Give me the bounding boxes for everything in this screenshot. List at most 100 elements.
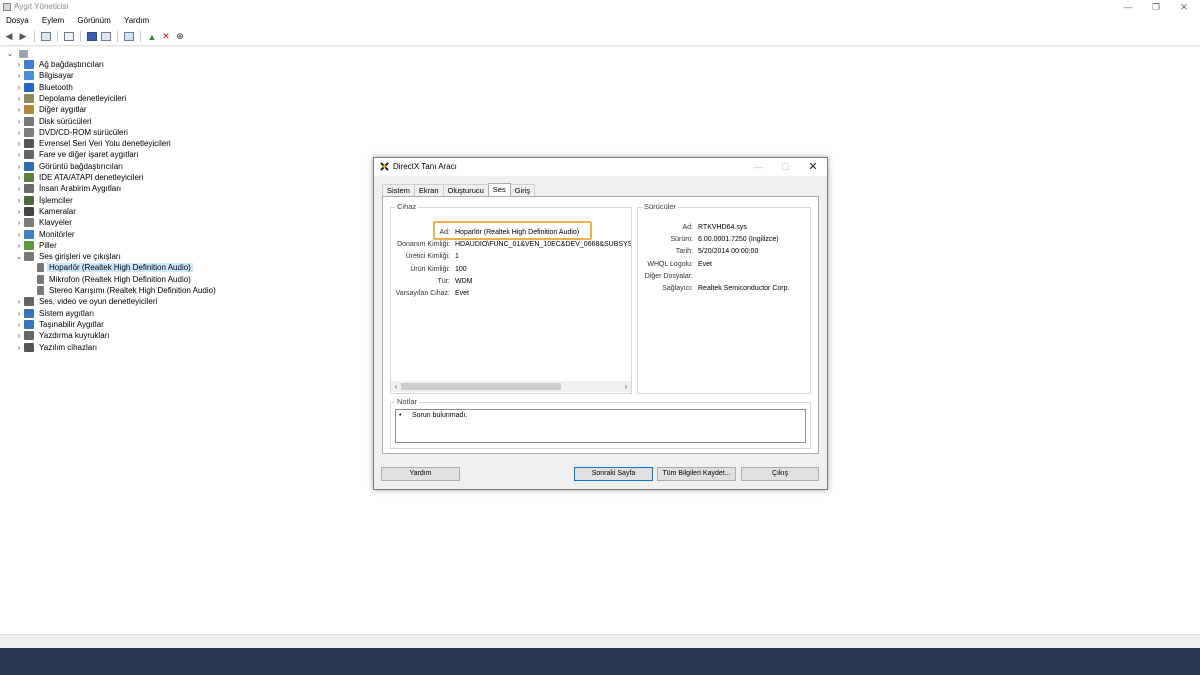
tree-item-dvd-cd-rom-suruculeri[interactable]: › DVD/CD-ROM sürücüleri <box>14 127 130 138</box>
tab-sound[interactable]: Ses <box>487 183 511 196</box>
chevron-right-icon[interactable]: › <box>14 173 24 182</box>
chevron-right-icon[interactable]: › <box>14 128 24 137</box>
tree-item-kameralar[interactable]: › Kameralar <box>14 206 78 217</box>
save-all-info-button[interactable]: Tüm Bilgileri Kaydet... <box>657 467 736 481</box>
exit-button[interactable]: Çıkış <box>741 467 819 481</box>
next-page-button[interactable]: Sonraki Sayfa <box>574 467 653 481</box>
tree-item-hoparlor-realtek-high-definition-audio[interactable]: Hoparlör (Realtek High Definition Audio) <box>37 262 193 273</box>
chevron-right-icon[interactable]: › <box>14 184 24 193</box>
dialog-minimize-button[interactable]: — <box>744 158 772 176</box>
scroll-right-icon[interactable]: › <box>621 381 631 392</box>
tree-item-ide-ata-atapi-denetleyicileri[interactable]: › IDE ATA/ATAPI denetleyicileri <box>14 172 145 183</box>
tree-item-goruntu-bagdastiricilari[interactable]: › Görüntü bağdaştırıcıları <box>14 161 125 172</box>
chevron-right-icon[interactable]: › <box>14 105 24 114</box>
chevron-right-icon[interactable]: › <box>14 241 24 250</box>
tree-item-depolama-denetleyicileri[interactable]: › Depolama denetleyicileri <box>14 93 128 104</box>
taskbar <box>0 648 1200 675</box>
notes-area[interactable]: • Sorun bulunmadı. <box>395 409 806 443</box>
properties-icon[interactable] <box>63 31 75 43</box>
tree-root[interactable]: ⌄ <box>5 48 31 59</box>
tree-item-stereo-karisimi-realtek-high-definition-audio[interactable]: Stereo Karışımı (Realtek High Definition… <box>37 285 218 296</box>
chevron-right-icon[interactable]: › <box>14 309 24 318</box>
tree-item-fare-ve-diger-isaret-aygitlari[interactable]: › Fare ve diğer işaret aygıtları <box>14 149 141 160</box>
tree-item-ag-bagdastiricilari[interactable]: › Ağ bağdaştırıcıları <box>14 59 106 70</box>
tree-item-bilgisayar[interactable]: › Bilgisayar <box>14 70 76 81</box>
chevron-right-icon[interactable]: › <box>14 162 24 171</box>
scroll-thumb[interactable] <box>401 383 561 390</box>
tree-item-mikrofon-realtek-high-definition-audio[interactable]: Mikrofon (Realtek High Definition Audio) <box>37 274 193 285</box>
help-button[interactable]: Yardım <box>381 467 460 481</box>
chevron-right-icon[interactable]: › <box>14 83 24 92</box>
tree-item-evrensel-seri-veri-yolu-denetleyicileri[interactable]: › Evrensel Seri Veri Yolu denetleyicileri <box>14 138 173 149</box>
menu-bar: Dosya Eylem Görünüm Yardım <box>0 15 1200 27</box>
network-adapter-icon <box>24 60 34 69</box>
uninstall-device-icon[interactable]: ✕ <box>160 31 172 43</box>
tree-item-yazdirma-kuyruklari[interactable]: › Yazdırma kuyrukları <box>14 330 112 341</box>
highlight-box <box>433 221 592 240</box>
tree-item-monitorler[interactable]: › Monitörler <box>14 229 77 240</box>
dialog-close-button[interactable]: ✕ <box>799 158 827 176</box>
chevron-right-icon[interactable]: › <box>14 196 24 205</box>
menu-view[interactable]: Görünüm <box>71 15 115 27</box>
tree-item-label: Piller <box>39 240 57 250</box>
chevron-down-icon[interactable]: ⌄ <box>5 49 15 58</box>
minimize-button[interactable]: — <box>1114 0 1142 14</box>
device-horizontal-scrollbar[interactable]: ‹ › <box>391 381 631 392</box>
scan-hardware-icon[interactable] <box>123 31 135 43</box>
tree-item-ses-girisleri-ve-cikislari[interactable]: ⌄ Ses girişleri ve çıkışları <box>14 251 123 262</box>
tree-item-label: Hoparlör (Realtek High Definition Audio) <box>47 263 193 273</box>
scroll-left-icon[interactable]: ‹ <box>391 381 401 392</box>
help-icon[interactable] <box>86 31 98 43</box>
chevron-right-icon[interactable]: › <box>14 150 24 159</box>
chevron-right-icon[interactable]: › <box>14 230 24 239</box>
chevron-right-icon[interactable]: › <box>14 139 24 148</box>
forward-icon[interactable]: ▶ <box>17 31 29 43</box>
chevron-right-icon[interactable]: › <box>14 94 24 103</box>
chevron-right-icon[interactable]: › <box>14 117 24 126</box>
tab-input[interactable]: Giriş <box>509 184 536 196</box>
tab-system[interactable]: Sistem <box>382 184 415 196</box>
tree-item-insan-arabirim-aygitlari[interactable]: › İnsan Arabirim Aygıtları <box>14 183 123 194</box>
chevron-right-icon[interactable]: › <box>14 320 24 329</box>
close-button[interactable]: ✕ <box>1170 0 1198 14</box>
chevron-right-icon[interactable]: › <box>14 71 24 80</box>
tree-item-tasinabilir-aygitlar[interactable]: › Taşınabilir Aygıtlar <box>14 319 106 330</box>
tree-item-bluetooth[interactable]: › Bluetooth <box>14 82 75 93</box>
tab-display[interactable]: Ekran <box>413 184 444 196</box>
menu-action[interactable]: Eylem <box>36 15 69 27</box>
tree-item-label: Evrensel Seri Veri Yolu denetleyicileri <box>39 139 171 149</box>
tree-item-label: Bilgisayar <box>39 71 74 81</box>
tree-item-label: Mikrofon (Realtek High Definition Audio) <box>49 274 191 284</box>
field-row: Tarih: 5/20/2014 00:00:00 <box>620 247 758 257</box>
directx-icon <box>380 162 389 171</box>
restore-button[interactable]: ❐ <box>1142 0 1170 14</box>
tree-item-yazilim-cihazlari[interactable]: › Yazılım cihazları <box>14 342 99 353</box>
tree-item-klavyeler[interactable]: › Klavyeler <box>14 217 74 228</box>
software-device-icon <box>24 342 34 352</box>
tree-item-ses-video-ve-oyun-denetleyicileri[interactable]: › Ses, video ve oyun denetleyicileri <box>14 296 159 307</box>
chevron-right-icon[interactable]: › <box>14 343 24 352</box>
field-row: Tür: WDM <box>375 277 473 287</box>
chevron-right-icon[interactable]: › <box>14 297 24 306</box>
tree-item-diger-aygitlar[interactable]: › Diğer aygıtlar <box>14 104 89 115</box>
tree-item-piller[interactable]: › Piller <box>14 240 59 251</box>
back-icon[interactable]: ◀ <box>3 31 15 43</box>
chevron-right-icon[interactable]: › <box>14 218 24 227</box>
chevron-right-icon[interactable]: › <box>14 207 24 216</box>
update-driver-icon[interactable]: ▲ <box>146 31 158 43</box>
dialog-maximize-button[interactable]: ☐ <box>771 158 799 176</box>
chevron-right-icon[interactable]: › <box>14 331 24 340</box>
disable-device-icon[interactable]: ⊕ <box>174 31 186 43</box>
show-hide-console-tree-icon[interactable] <box>40 31 52 43</box>
menu-file[interactable]: Dosya <box>0 15 34 27</box>
tree-item-islemciler[interactable]: › İşlemciler <box>14 195 75 206</box>
battery-icon <box>24 240 34 250</box>
toolbar: ◀ ▶ ▲ ✕ ⊕ <box>0 29 1200 44</box>
tree-item-disk-suruculeri[interactable]: › Disk sürücüleri <box>14 116 93 127</box>
tree-item-sistem-aygitlari[interactable]: › Sistem aygıtları <box>14 308 96 319</box>
tab-render[interactable]: Oluşturucu <box>442 184 489 196</box>
menu-help[interactable]: Yardım <box>118 15 154 27</box>
chevron-right-icon[interactable]: › <box>14 60 24 69</box>
action-pane-icon[interactable] <box>100 31 112 43</box>
chevron-down-icon[interactable]: ⌄ <box>14 252 24 261</box>
